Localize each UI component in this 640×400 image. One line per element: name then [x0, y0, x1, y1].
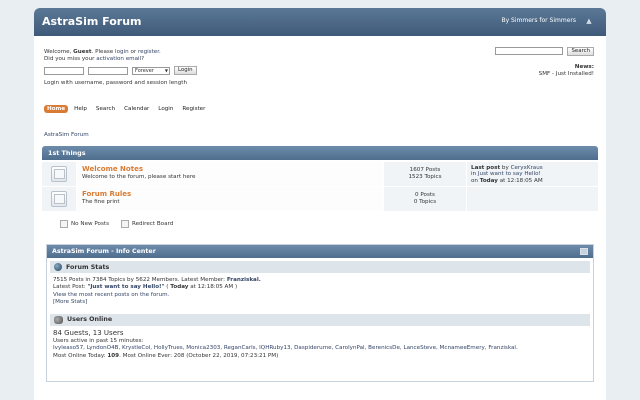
last-post-label: Last post	[471, 165, 501, 171]
collapse-icon[interactable]	[580, 248, 588, 255]
users-online-body: 84 Guests, 13 Users Users active in past…	[47, 326, 593, 365]
legend-no-new-posts: No New Posts	[71, 221, 109, 227]
no-new-posts-icon	[51, 166, 67, 182]
guest-label: Guest	[73, 49, 92, 55]
latest-post-link[interactable]: "Just want to say Hello!"	[87, 284, 164, 290]
board-icon-cell	[42, 187, 76, 211]
users-online-icon	[54, 315, 63, 324]
latest-post-label: Latest Post:	[53, 284, 88, 291]
menu-search[interactable]: Search	[93, 105, 118, 113]
board-last-post	[467, 187, 598, 211]
info-center: AstraSim Forum - Info Center Forum Stats…	[46, 244, 594, 382]
forum-stats-body: 7515 Posts in 7384 Topics by 5622 Member…	[47, 273, 593, 311]
stats-globe-icon	[54, 263, 62, 271]
login-hint: Login with username, password and sessio…	[44, 80, 187, 86]
redirect-board-icon	[120, 220, 129, 228]
news-text: SMF - Just Installed!	[538, 71, 594, 77]
search-input[interactable]	[495, 47, 564, 55]
welcome-prefix: Welcome,	[44, 49, 74, 55]
users-count: 84 Guests, 13 Users	[53, 328, 124, 337]
main-panel: Welcome, Guest. Please login or register…	[34, 36, 606, 400]
no-new-posts-icon	[51, 191, 67, 207]
users-online-title: Users Online	[67, 316, 113, 324]
forum-stats-header: Forum Stats	[50, 261, 590, 273]
legend-item: Redirect Board	[120, 220, 174, 228]
header-bar: AstraSim Forum By Simmers for Simmers ▲	[34, 8, 606, 36]
board-topics: 1523 Topics	[408, 174, 442, 180]
legend-item: No New Posts	[60, 220, 109, 228]
menu-help[interactable]: Help	[71, 105, 90, 113]
more-stats-link[interactable]: [More Stats]	[53, 299, 87, 305]
no-new-posts-icon	[60, 220, 68, 228]
by-text: by	[500, 165, 511, 171]
most-online-ever: . Most Online Ever: 208 (October 22, 201…	[119, 352, 279, 359]
breadcrumb[interactable]: AstraSim Forum	[44, 132, 89, 138]
welcome-text: Welcome, Guest. Please login or register…	[44, 49, 161, 63]
news-label: News:	[574, 64, 594, 70]
board-stats: 1607 Posts 1523 Topics	[384, 162, 466, 186]
login-link[interactable]: login	[115, 49, 129, 55]
login-button[interactable]: Login	[174, 66, 197, 75]
forum-tagline: By Simmers for Simmers	[501, 17, 576, 24]
board-description: The fine print	[82, 199, 120, 205]
board-name-welcome-notes[interactable]: Welcome Notes	[82, 165, 378, 173]
board-last-post: Last post by CeryxKraus in Just want to …	[467, 162, 598, 186]
menu-register[interactable]: Register	[179, 105, 208, 113]
info-center-title: AstraSim Forum - Info Center	[52, 248, 156, 255]
board-stats: 0 Posts 0 Topics	[384, 187, 466, 211]
latest-post-time: at 12:18:05 AM )	[188, 284, 238, 291]
most-online-label: Most Online Today:	[53, 352, 108, 359]
most-online-today: 109	[107, 352, 120, 359]
users-online-header: Users Online	[50, 313, 590, 326]
category-header[interactable]: 1st Things	[42, 146, 598, 160]
on-text: on	[471, 177, 480, 184]
menu-calendar[interactable]: Calendar	[121, 105, 152, 113]
forum-stats-title: Forum Stats	[66, 263, 110, 271]
collapse-icon[interactable]: ▲	[584, 17, 594, 25]
menu-login[interactable]: Login	[155, 105, 176, 113]
menu-home[interactable]: Home	[44, 105, 69, 113]
last-post-today: Today	[479, 177, 498, 184]
users-online-list[interactable]: Ivyleaso57, LyndonO4B, KrystleCol, Holly…	[53, 345, 518, 351]
recent-posts-link[interactable]: View the most recent posts on the forum.	[53, 292, 169, 298]
activation-email-link[interactable]: activation email	[96, 56, 141, 62]
in-text: in	[471, 171, 478, 178]
forum-title[interactable]: AstraSim Forum	[42, 15, 142, 28]
stats-summary: 7515 Posts in 7384 Topics by 5622 Member…	[53, 277, 227, 283]
session-length-select[interactable]: Forever	[132, 66, 170, 75]
board-info: Welcome Notes Welcome to the forum, plea…	[77, 162, 383, 186]
users-active-label: Users active in past 15 minutes:	[53, 338, 144, 345]
main-menu: Home Help Search Calendar Login Register	[44, 105, 208, 113]
missed-suffix: ?	[141, 56, 145, 62]
legend-redirect-board: Redirect Board	[131, 221, 174, 227]
username-input[interactable]	[44, 66, 84, 75]
board-icon-cell	[42, 162, 76, 186]
last-post-time: at 12:18:05 AM	[497, 177, 543, 184]
board-posts: 1607 Posts	[409, 167, 441, 173]
search-button[interactable]: Search	[567, 47, 594, 56]
info-center-header: AstraSim Forum - Info Center	[47, 245, 593, 258]
board-name-forum-rules[interactable]: Forum Rules	[82, 190, 378, 198]
dot-text: .	[159, 49, 161, 55]
register-link[interactable]: register	[138, 49, 159, 55]
search-form: Search	[495, 47, 594, 56]
login-form: Forever Login	[44, 66, 197, 75]
please-text: . Please	[91, 49, 116, 55]
latest-post-today: Today	[170, 284, 189, 291]
or-text: or	[128, 49, 138, 55]
board-info: Forum Rules The fine print	[77, 187, 383, 211]
board-row: Forum Rules The fine print 0 Posts 0 Top…	[42, 187, 598, 211]
board-topics: 0 Topics	[413, 199, 437, 205]
board-description: Welcome to the forum, please start here	[82, 174, 196, 180]
last-post-topic[interactable]: Just want to say Hello!	[478, 171, 541, 177]
board-posts: 0 Posts	[415, 192, 435, 198]
board-row: Welcome Notes Welcome to the forum, plea…	[42, 162, 598, 186]
missed-prefix: Did you miss your	[44, 56, 97, 62]
board-legend: No New Posts Redirect Board	[60, 220, 173, 228]
last-post-author[interactable]: CeryxKraus	[511, 165, 543, 171]
latest-member-link[interactable]: Franziskal.	[227, 277, 261, 283]
password-input[interactable]	[88, 66, 128, 75]
news-box: News: SMF - Just Installed!	[539, 64, 594, 78]
